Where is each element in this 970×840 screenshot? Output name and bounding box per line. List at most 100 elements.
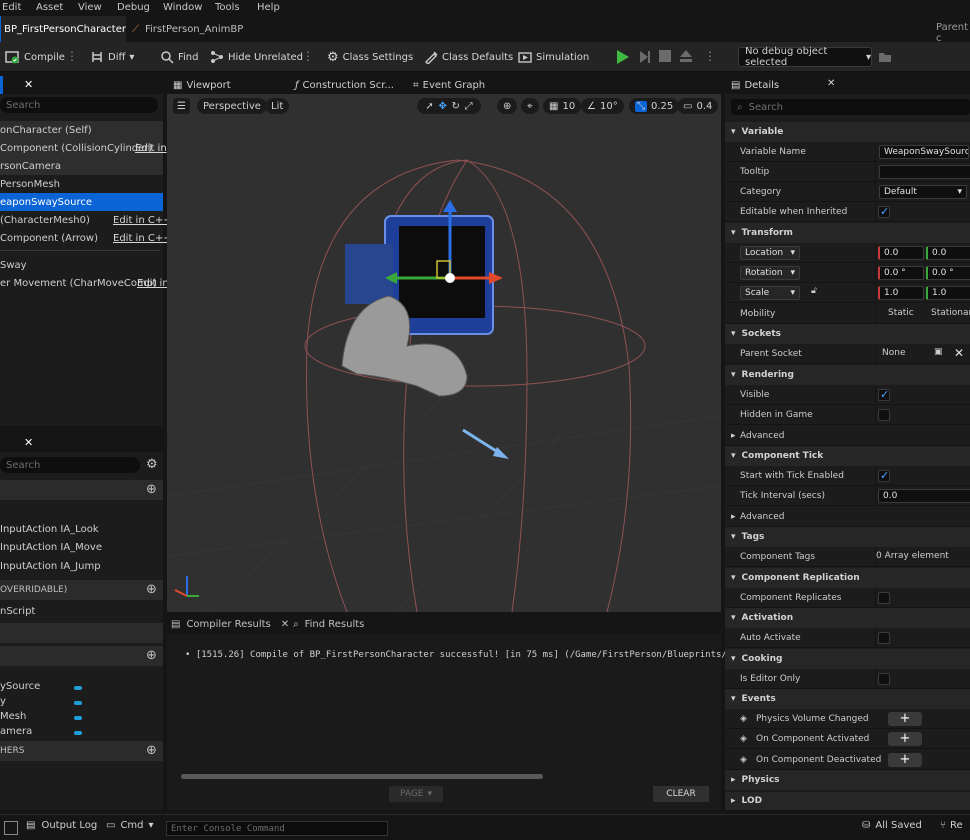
auto-activate-checkbox[interactable]: [878, 632, 890, 644]
blueprint-search-input[interactable]: Search: [0, 457, 140, 473]
tooltip-field[interactable]: [879, 165, 970, 179]
menu-window[interactable]: Window: [163, 2, 202, 13]
cmd-button[interactable]: ▭ Cmd ▾: [106, 820, 154, 831]
tree-item[interactable]: Sway: [0, 256, 163, 274]
eject-icon[interactable]: [679, 49, 693, 63]
input-action-item[interactable]: InputAction IA_Look: [0, 524, 163, 535]
scale-snap-button[interactable]: ⤡ 0.25: [629, 98, 680, 114]
simulation-button[interactable]: Simulation: [518, 48, 589, 66]
functions-section[interactable]: OVERRIDABLE) ⊕: [0, 580, 163, 600]
translate-icon[interactable]: ✥: [438, 101, 446, 112]
revision-control-button[interactable]: ⑂ Re: [940, 820, 963, 831]
input-action-item[interactable]: InputAction IA_Move: [0, 542, 163, 553]
category-select[interactable]: Default ▾: [879, 185, 967, 199]
menu-debug[interactable]: Debug: [117, 2, 150, 13]
edit-in-cpp-link[interactable]: Edit in C++: [113, 215, 172, 226]
stop-icon[interactable]: [659, 50, 671, 62]
section-sockets[interactable]: ▾ Sockets: [725, 324, 970, 344]
input-action-item[interactable]: InputAction IA_Jump: [0, 561, 163, 572]
edit-in-link[interactable]: Edit in: [135, 143, 167, 154]
play-options-icon[interactable]: ⋮: [704, 50, 716, 64]
variable-item[interactable]: ySource: [0, 681, 163, 692]
variable-item[interactable]: y: [0, 696, 163, 707]
row-tick-advanced[interactable]: ▸ Advanced: [725, 507, 970, 527]
tree-item[interactable]: er Movement (CharMoveComp) Edit in: [0, 274, 169, 292]
class-settings-button[interactable]: ⚙ Class Settings: [327, 48, 413, 66]
close-icon[interactable]: ✕: [281, 619, 289, 630]
location-mode-select[interactable]: Location ▾: [740, 246, 800, 260]
editable-inherited-checkbox[interactable]: [878, 205, 890, 218]
tab-firstperson-animbp[interactable]: ⟋ FirstPerson_AnimBP: [132, 16, 272, 42]
tree-item[interactable]: onCharacter (Self): [0, 121, 163, 139]
menu-tools[interactable]: Tools: [215, 2, 240, 13]
tab-compiler-results[interactable]: ▤ Compiler Results ✕: [171, 614, 289, 634]
debug-object-select[interactable]: No debug object selected ▾: [738, 46, 872, 68]
camera-speed-button[interactable]: ▭ 0.4: [677, 98, 719, 114]
menu-help[interactable]: Help: [257, 2, 280, 13]
tree-item[interactable]: rsonCamera: [0, 157, 163, 175]
add-event-button[interactable]: +: [888, 712, 922, 726]
mobility-stationary[interactable]: Stationar: [931, 308, 970, 318]
add-icon[interactable]: ⊕: [146, 482, 157, 497]
section-replication[interactable]: ▾ Component Replication: [725, 568, 970, 588]
page-button[interactable]: PAGE ▾: [389, 786, 443, 802]
variable-item[interactable]: Mesh: [0, 711, 163, 722]
scale-mode-select[interactable]: Scale ▾: [740, 286, 800, 300]
select-icon[interactable]: ➚: [425, 101, 433, 112]
browse-socket-icon[interactable]: ▣: [934, 347, 943, 357]
rotation-y-field[interactable]: 0.0 °: [926, 266, 970, 280]
component-tags-value[interactable]: 0 Array element: [876, 551, 949, 561]
section-tags[interactable]: ▾ Tags: [725, 527, 970, 547]
gear-icon[interactable]: ⚙: [146, 457, 158, 472]
edit-in-link[interactable]: Edit in: [137, 278, 169, 289]
rotation-x-field[interactable]: 0.0 °: [878, 266, 924, 280]
section-physics[interactable]: ▸ Physics: [725, 770, 970, 790]
add-event-button[interactable]: +: [888, 732, 922, 746]
mobility-static[interactable]: Static: [888, 308, 914, 318]
world-local-icon[interactable]: ⊕: [497, 98, 518, 114]
tree-item[interactable]: (CharacterMesh0) Edit in C++: [0, 211, 172, 229]
components-search-input[interactable]: Search: [0, 97, 158, 113]
tab-find-results[interactable]: ⌕ Find Results: [293, 614, 364, 634]
surface-snap-icon[interactable]: ⌖: [521, 98, 539, 114]
add-icon[interactable]: ⊕: [146, 743, 157, 758]
macros-section[interactable]: [0, 623, 163, 643]
tab-construction-script[interactable]: ƒ Construction Scr...: [295, 76, 394, 94]
find-button[interactable]: Find: [160, 48, 199, 66]
add-icon[interactable]: ⊕: [146, 648, 157, 663]
variables-section[interactable]: ⊕: [0, 646, 163, 666]
menu-view[interactable]: View: [78, 2, 102, 13]
section-lod[interactable]: ▸ LOD: [725, 792, 970, 810]
close-icon[interactable]: ✕: [24, 78, 33, 91]
details-search-input[interactable]: ⌕ Search: [731, 99, 970, 115]
tree-item[interactable]: Component (CollisionCylinder) Edit in: [0, 139, 167, 157]
start-tick-checkbox[interactable]: [878, 469, 890, 482]
add-event-button[interactable]: +: [888, 753, 922, 767]
viewport[interactable]: ☰ Perspective Lit ➚ ✥ ↻ ⤢ ⊕ ⌖ ▦ 10 ∠ 10° ⤡…: [167, 76, 721, 612]
content-drawer-icon[interactable]: [4, 821, 18, 835]
scale-x-field[interactable]: 1.0: [878, 286, 924, 300]
tick-interval-field[interactable]: 0.0: [878, 489, 970, 503]
play-icon[interactable]: [615, 48, 631, 66]
clear-icon[interactable]: ✕: [954, 346, 964, 360]
output-log-button[interactable]: ▤ Output Log: [26, 820, 97, 831]
rotation-snap-button[interactable]: ∠ 10°: [581, 98, 624, 114]
compile-button[interactable]: Compile: [4, 48, 65, 66]
scale-icon[interactable]: ⤢: [465, 101, 473, 112]
grid-snap-button[interactable]: ▦ 10: [543, 98, 582, 114]
parent-socket-value[interactable]: None: [882, 348, 905, 358]
tree-item-selected[interactable]: eaponSwaySource: [0, 193, 163, 211]
location-x-field[interactable]: 0.0: [878, 246, 924, 260]
section-rendering[interactable]: ▾ Rendering: [725, 365, 970, 385]
replicates-checkbox[interactable]: [878, 592, 890, 604]
transform-tools[interactable]: ➚ ✥ ↻ ⤢: [417, 98, 481, 114]
console-input[interactable]: Enter Console Command: [166, 821, 388, 836]
section-component-tick[interactable]: ▾ Component Tick: [725, 446, 970, 466]
rotation-mode-select[interactable]: Rotation ▾: [740, 266, 800, 280]
edit-in-cpp-link[interactable]: Edit in C++: [113, 233, 172, 244]
section-transform[interactable]: ▾ Transform: [725, 223, 970, 243]
close-icon[interactable]: ✕: [827, 78, 835, 89]
section-activation[interactable]: ▾ Activation: [725, 608, 970, 628]
tree-item[interactable]: Component (Arrow) Edit in C++: [0, 229, 172, 247]
horizontal-scrollbar[interactable]: [181, 774, 543, 779]
